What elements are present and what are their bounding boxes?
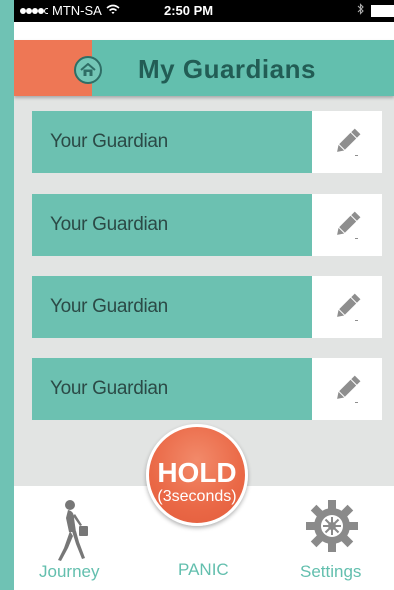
pencil-icon xyxy=(337,128,361,156)
pencil-icon xyxy=(337,293,361,321)
guardian-row[interactable]: Your Guardian xyxy=(32,358,382,420)
page-title: My Guardians xyxy=(138,54,316,84)
battery-icon xyxy=(371,4,394,17)
pencil-icon xyxy=(337,375,361,403)
tab-panic-label: PANIC xyxy=(178,560,229,579)
guardian-row[interactable]: Your Guardian xyxy=(32,111,382,173)
panic-hold-button[interactable]: HOLD (3seconds) xyxy=(146,424,248,526)
tab-settings-label: Settings xyxy=(300,562,362,581)
guardian-label: Your Guardian xyxy=(50,131,168,152)
guardian-label: Your Guardian xyxy=(50,214,168,235)
edit-guardian-button[interactable] xyxy=(312,358,382,420)
edit-guardian-button[interactable] xyxy=(312,194,382,256)
tab-journey-label: Journey xyxy=(39,562,100,581)
panic-hold-label: HOLD xyxy=(157,457,237,488)
home-button[interactable] xyxy=(74,56,102,84)
edit-guardian-button[interactable] xyxy=(312,111,382,173)
tab-journey[interactable]: Journey xyxy=(34,496,104,586)
woman-walking-icon xyxy=(58,500,88,561)
edit-guardian-button[interactable] xyxy=(312,276,382,338)
wifi-icon xyxy=(106,4,120,18)
home-icon xyxy=(80,63,96,76)
panic-hold-duration: (3seconds) xyxy=(157,488,237,505)
guardian-label: Your Guardian xyxy=(50,296,168,317)
gear-icon xyxy=(306,500,358,552)
pencil-icon xyxy=(337,211,361,239)
guardian-row[interactable]: Your Guardian xyxy=(32,276,382,338)
guardian-label: Your Guardian xyxy=(50,378,168,399)
status-bar: MTN-SA 2:50 PM xyxy=(14,0,394,22)
carrier-name: MTN-SA xyxy=(52,3,102,18)
guardian-row[interactable]: Your Guardian xyxy=(32,194,382,256)
bluetooth-icon xyxy=(357,3,365,18)
status-time: 2:50 PM xyxy=(164,3,214,18)
phone-screen: MTN-SA 2:50 PM My Guardians Your Guardia… xyxy=(14,0,394,590)
status-left: MTN-SA xyxy=(20,3,120,18)
tab-settings[interactable]: Settings xyxy=(296,496,376,586)
status-right xyxy=(357,3,394,18)
title-bar: My Guardians xyxy=(14,40,394,96)
header-spacer xyxy=(14,22,394,40)
signal-strength-icon xyxy=(20,3,50,18)
